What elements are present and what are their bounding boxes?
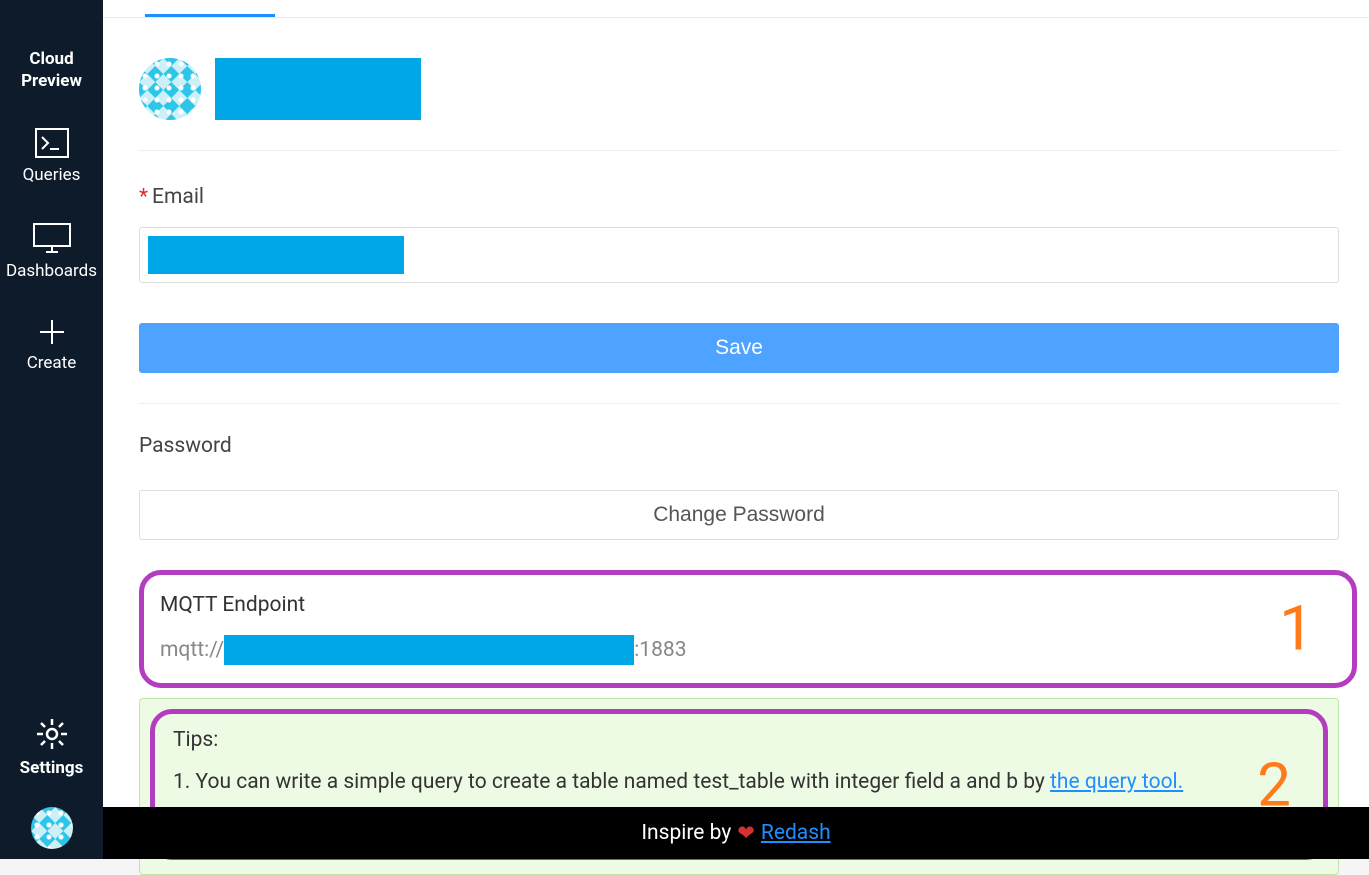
required-indicator: *	[139, 185, 148, 209]
redash-link[interactable]: Redash	[761, 821, 831, 845]
email-field-block: *Email	[139, 185, 1339, 283]
change-password-button[interactable]: Change Password	[139, 490, 1339, 540]
email-label: *Email	[139, 185, 1339, 209]
annotation-number-1: 1	[1279, 593, 1314, 666]
gear-icon	[35, 717, 69, 751]
password-label: Password	[139, 434, 1369, 458]
mqtt-callout: MQTT Endpoint mqtt:// :1883 1	[139, 570, 1357, 688]
save-button[interactable]: Save	[139, 323, 1339, 373]
sidebar-item-label: Settings	[20, 757, 84, 779]
mqtt-value: mqtt:// :1883	[160, 635, 1328, 665]
main-content: *Email Save Password Change Password MQT…	[103, 0, 1369, 807]
tip-line-1: 1. You can write a simple query to creat…	[173, 770, 1299, 794]
heart-icon: ❤	[737, 821, 755, 846]
footer-text: Inspire by	[641, 821, 731, 845]
footer: Inspire by ❤ Redash	[103, 807, 1369, 859]
user-avatar-small[interactable]	[31, 807, 73, 849]
sidebar-item-label: Cloud Preview	[0, 48, 103, 92]
terminal-icon	[35, 128, 69, 158]
monitor-icon	[32, 222, 72, 254]
mqtt-label: MQTT Endpoint	[160, 593, 1328, 617]
section-divider	[139, 403, 1339, 404]
sidebar-item-label: Create	[27, 352, 77, 374]
mqtt-prefix: mqtt://	[160, 638, 224, 662]
sidebar-item-settings[interactable]: Settings	[0, 699, 103, 797]
tip-text: 1. You can write a simple query to creat…	[173, 770, 1050, 794]
sidebar-item-label: Dashboards	[6, 260, 97, 282]
sidebar-item-cloud-preview[interactable]: Cloud Preview	[0, 30, 103, 110]
query-tool-link[interactable]: the query tool.	[1050, 770, 1183, 794]
profile-header	[139, 18, 1339, 151]
sidebar-item-dashboards[interactable]: Dashboards	[0, 204, 103, 300]
tips-title: Tips:	[173, 728, 1299, 752]
mqtt-suffix: :1883	[634, 638, 686, 662]
sidebar-item-create[interactable]: Create	[0, 300, 103, 392]
sidebar-item-label: Queries	[23, 164, 81, 186]
email-input[interactable]	[139, 227, 1339, 283]
sidebar-item-queries[interactable]: Queries	[0, 110, 103, 204]
username-redacted	[215, 58, 421, 120]
plus-icon	[38, 318, 66, 346]
mqtt-host-redacted	[224, 635, 634, 665]
sidebar: Cloud Preview Queries Dashboards Create …	[0, 0, 103, 859]
email-value-redacted	[148, 236, 404, 274]
user-avatar	[139, 58, 201, 120]
email-label-text: Email	[152, 185, 204, 209]
